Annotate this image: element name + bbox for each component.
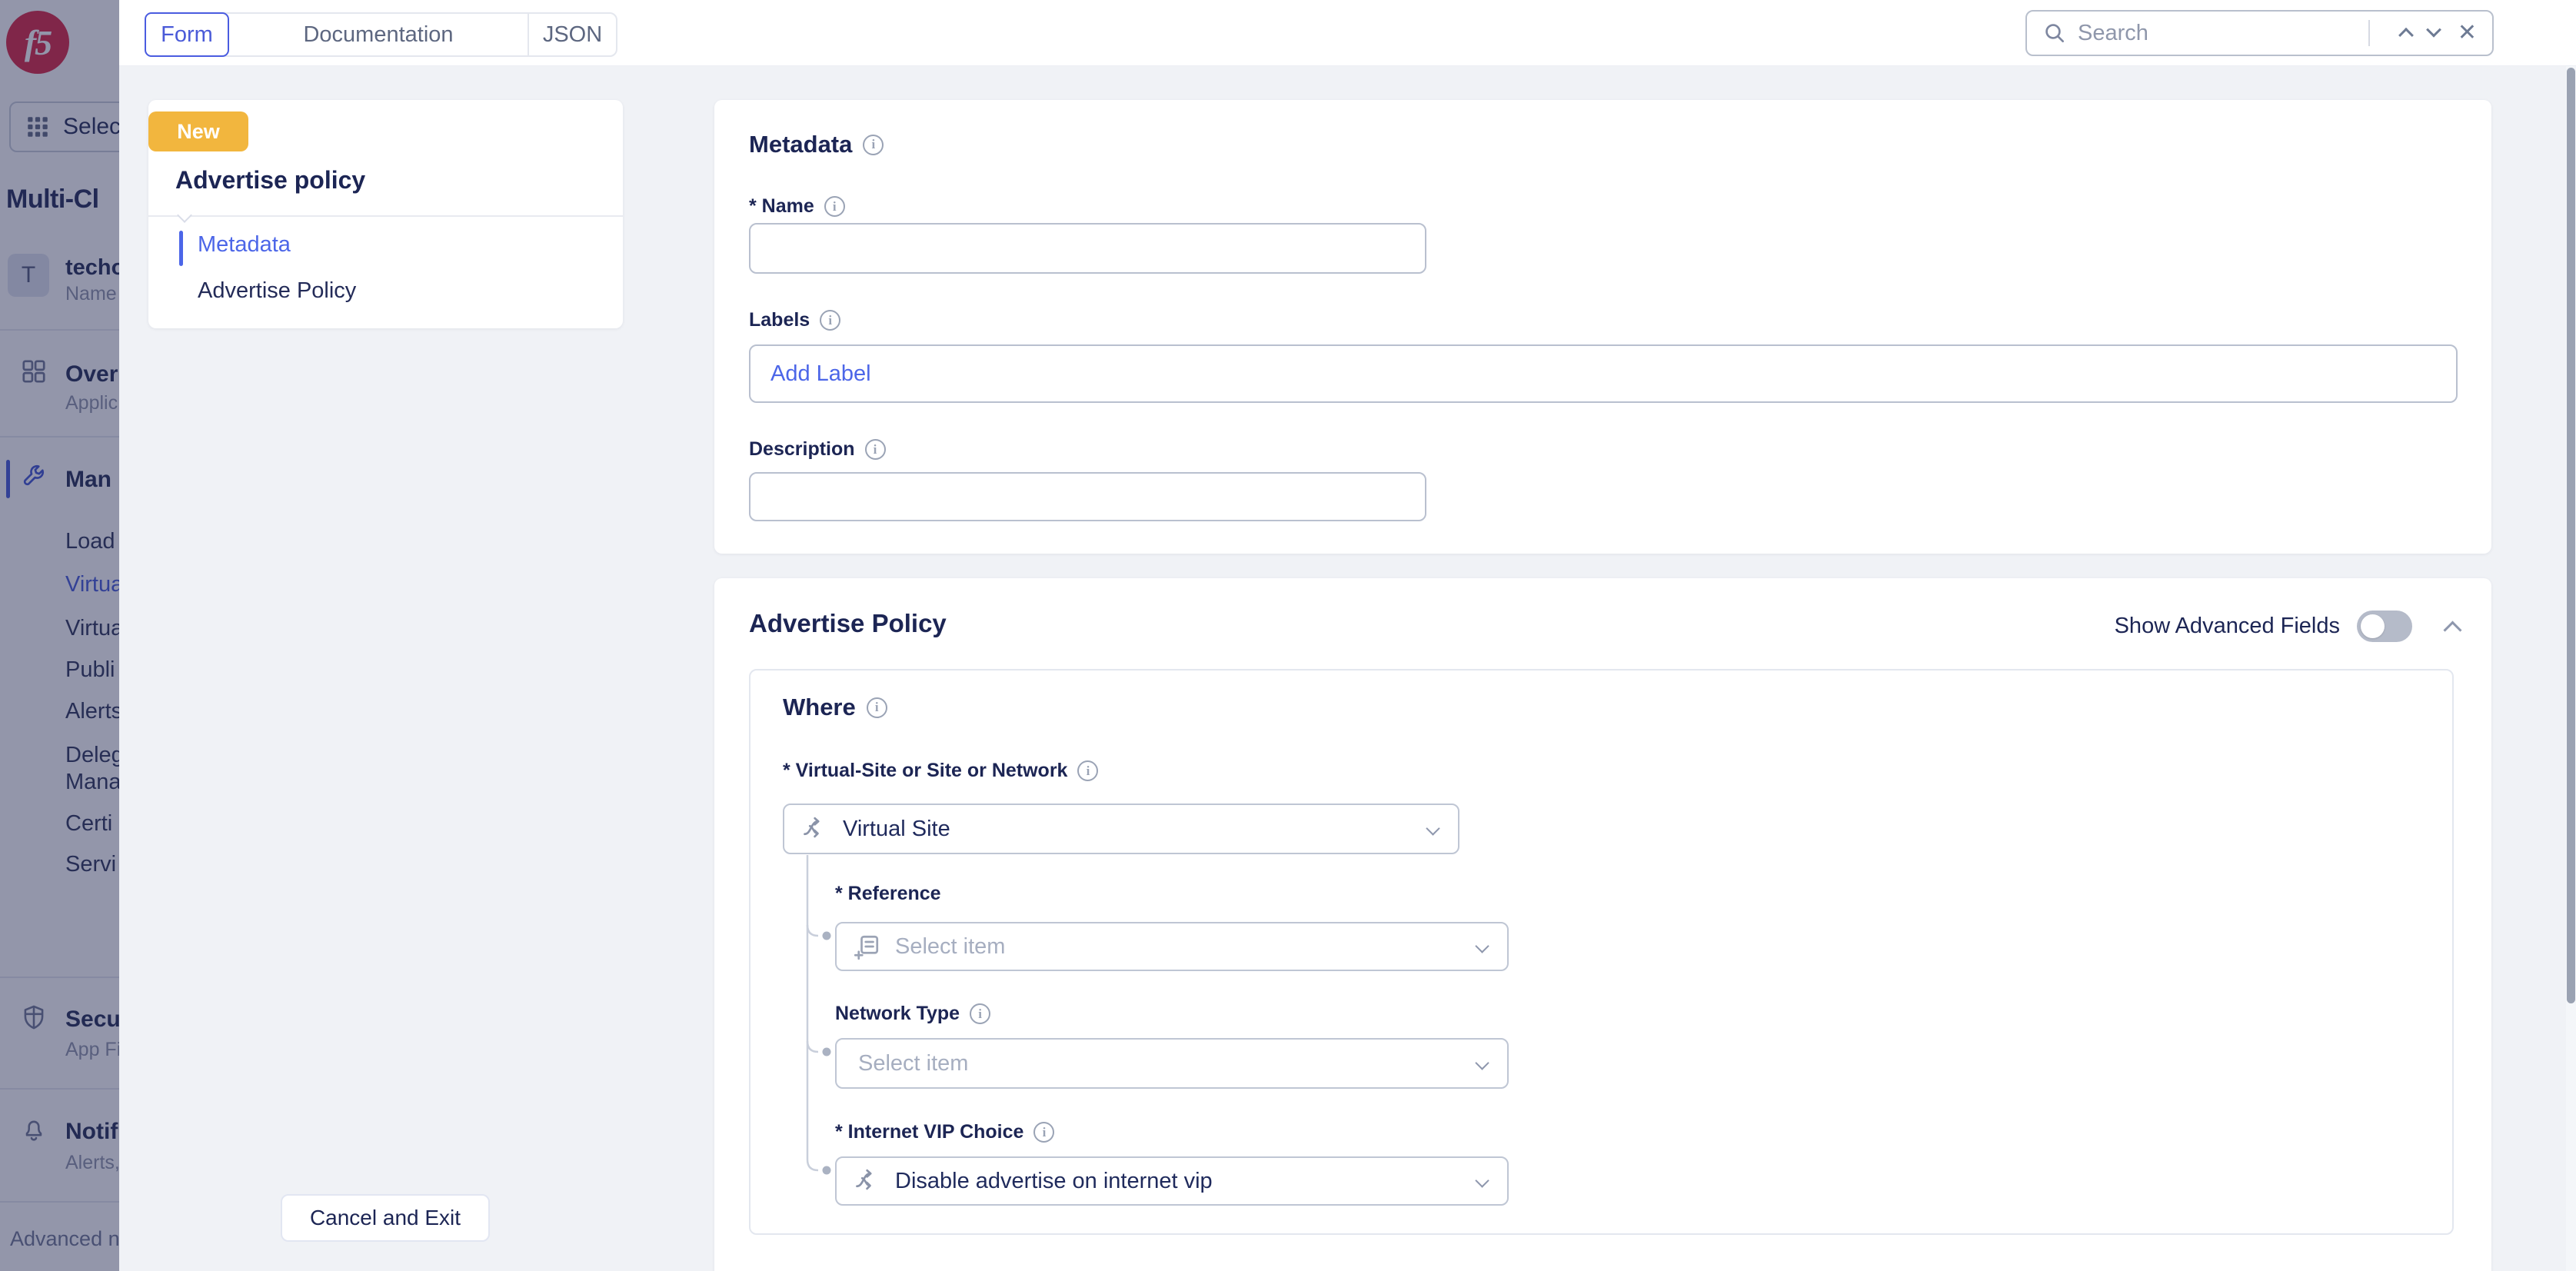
chevron-down-icon	[1475, 939, 1489, 953]
site-choice-dropdown[interactable]: Virtual Site	[783, 804, 1459, 854]
search-prev-icon[interactable]	[2398, 28, 2414, 43]
show-advanced-fields-label: Show Advanced Fields	[2115, 614, 2340, 639]
network-type-dropdown[interactable]: Select item	[835, 1038, 1509, 1089]
modal-body: New Advertise policy Metadata Advertise …	[119, 66, 2576, 1271]
description-input[interactable]	[749, 472, 1426, 521]
description-info-icon[interactable]: i	[865, 439, 886, 460]
labels-label: Labels	[749, 309, 810, 331]
name-label: * Name	[749, 195, 814, 218]
tab-json[interactable]: JSON	[528, 14, 616, 55]
internet-vip-value: Disable advertise on internet vip	[895, 1169, 1213, 1194]
toggle-knob	[2361, 614, 2385, 638]
search-divider	[2368, 20, 2370, 46]
description-label: Description	[749, 438, 855, 461]
nav-active-bar	[179, 231, 183, 266]
site-choice-label: * Virtual-Site or Site or Network	[783, 760, 1067, 782]
nav-item-metadata[interactable]: Metadata	[198, 232, 291, 258]
search-next-icon[interactable]	[2426, 22, 2441, 38]
form-title: Advertise policy	[175, 166, 365, 195]
labels-input[interactable]: Add Label	[749, 344, 2458, 403]
form-nav-panel: New Advertise policy Metadata Advertise …	[148, 100, 623, 328]
name-info-icon[interactable]: i	[824, 196, 845, 217]
section-collapse-icon[interactable]	[2443, 621, 2461, 639]
reference-label: * Reference	[835, 883, 941, 905]
chevron-down-icon	[1475, 1056, 1489, 1070]
metadata-section: Metadata i * Name i Labels i Add Label D…	[714, 100, 2491, 554]
cancel-and-exit-button[interactable]: Cancel and Exit	[281, 1194, 490, 1242]
scrollbar-track[interactable]	[2566, 66, 2576, 1271]
tab-documentation[interactable]: Documentation	[229, 14, 528, 55]
select-item-icon	[854, 933, 881, 960]
chevron-down-icon	[1475, 1173, 1489, 1187]
advertise-policy-modal: Form Documentation JSON ✕ New Advertise …	[119, 0, 2576, 1271]
search-icon	[2042, 21, 2067, 45]
name-input[interactable]	[749, 223, 1426, 274]
modal-header: Form Documentation JSON ✕	[119, 0, 2576, 66]
chevron-down-icon	[1426, 821, 1439, 835]
site-choice-value: Virtual Site	[843, 817, 950, 842]
search-bar: ✕	[2025, 10, 2494, 56]
nav-divider	[148, 215, 623, 217]
network-type-label: Network Type	[835, 1003, 960, 1025]
nav-collapse-notch[interactable]	[177, 208, 192, 223]
metadata-heading: Metadata	[749, 131, 852, 158]
modal-scrim[interactable]	[0, 0, 119, 1271]
reference-dropdown[interactable]: Select item	[835, 922, 1509, 971]
internet-vip-dropdown[interactable]: Disable advertise on internet vip	[835, 1156, 1509, 1206]
metadata-info-icon[interactable]: i	[863, 135, 884, 155]
add-label-button[interactable]: Add Label	[770, 361, 871, 387]
where-info-icon[interactable]: i	[867, 697, 887, 718]
search-close-icon[interactable]: ✕	[2458, 22, 2477, 45]
network-type-placeholder: Select item	[858, 1051, 968, 1076]
advertise-policy-heading: Advertise Policy	[749, 609, 947, 638]
where-heading: Where	[783, 694, 856, 721]
view-tabs: Form Documentation JSON	[145, 12, 617, 57]
labels-info-icon[interactable]: i	[820, 310, 840, 331]
scrollbar-thumb[interactable]	[2567, 68, 2575, 1003]
nav-item-advertise-policy[interactable]: Advertise Policy	[198, 278, 356, 304]
advertise-policy-section: Advertise Policy Show Advanced Fields	[714, 578, 2491, 1271]
show-advanced-fields-toggle[interactable]	[2357, 611, 2412, 642]
internet-vip-info-icon[interactable]: i	[1033, 1122, 1054, 1143]
search-input[interactable]	[2078, 21, 2364, 46]
reference-placeholder: Select item	[895, 934, 1005, 960]
branch-icon	[801, 815, 829, 843]
internet-vip-label: * Internet VIP Choice	[835, 1121, 1023, 1143]
site-choice-info-icon[interactable]: i	[1077, 760, 1098, 781]
tab-form[interactable]: Form	[145, 12, 229, 57]
where-subsection: Where i * Virtual-Site or Site or Networ…	[749, 669, 2454, 1235]
branch-icon	[854, 1167, 881, 1195]
network-type-info-icon[interactable]: i	[970, 1003, 990, 1024]
new-badge: New	[148, 111, 248, 151]
